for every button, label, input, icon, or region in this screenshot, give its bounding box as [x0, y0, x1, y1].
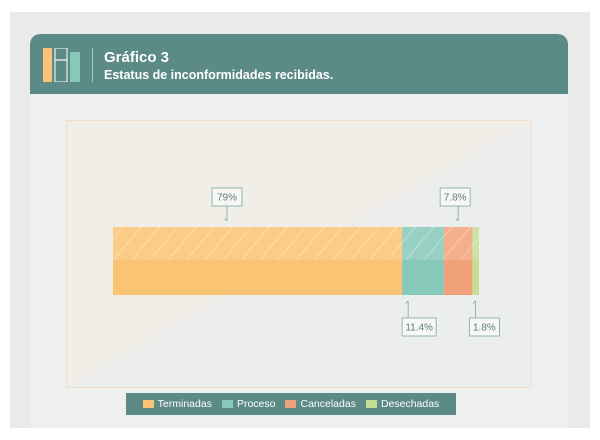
- legend-swatch-icon: [221, 400, 233, 408]
- legend-item-proceso: Proceso: [221, 398, 276, 410]
- svg-text:7.8%: 7.8%: [444, 193, 467, 204]
- svg-text:11.4%: 11.4%: [405, 323, 433, 334]
- bar-segment-terminadas: [113, 227, 403, 295]
- chart-title: Gráfico 3: [104, 49, 170, 66]
- legend-swatch-icon: [285, 400, 297, 408]
- bar-segment-proceso: [402, 227, 444, 295]
- svg-text:1.8%: 1.8%: [473, 323, 496, 334]
- svg-text:79%: 79%: [217, 193, 237, 204]
- legend-item-desechadas: Desechadas: [365, 398, 440, 410]
- legend-label: Desechadas: [380, 398, 440, 410]
- legend-item-terminadas: Terminadas: [142, 398, 212, 410]
- legend-swatch-icon: [365, 400, 377, 408]
- chart-header: Gráfico 3 Estatus de inconformidades rec…: [30, 34, 568, 94]
- plot-area: 79% 11.4% 7.8% 1.8%: [66, 120, 532, 388]
- chart-subtitle: Estatus de inconformidades recibidas.: [104, 68, 334, 82]
- chart-legend: Terminadas Proceso Canceladas Desechadas: [126, 393, 456, 415]
- legend-label: Terminadas: [157, 398, 212, 410]
- bar-chart-logo-icon: [43, 48, 80, 82]
- bar-segment-canceladas: [443, 227, 473, 295]
- legend-label: Proceso: [236, 398, 276, 410]
- header-divider: [92, 48, 93, 82]
- legend-label: Canceladas: [300, 398, 356, 410]
- legend-item-canceladas: Canceladas: [285, 398, 356, 410]
- legend-swatch-icon: [142, 400, 154, 408]
- bar-segment-desechadas: [472, 227, 479, 295]
